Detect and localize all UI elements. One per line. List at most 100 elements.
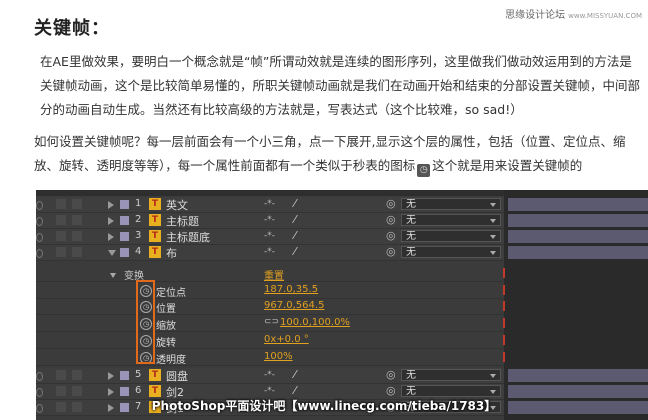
expand-triangle-icon[interactable] (108, 233, 114, 241)
parent-select[interactable]: 无 (401, 198, 501, 210)
parent-pickwhip-icon[interactable]: ◎ (386, 245, 396, 258)
property-row[interactable]: ◷ 定位点 187.0,35.5 (36, 283, 505, 299)
layer-name[interactable]: 主标题底 (166, 229, 210, 245)
lock-box[interactable] (72, 199, 82, 209)
keyframe-marker (503, 335, 505, 345)
property-value[interactable]: 187.0,35.5 (264, 284, 318, 295)
label-color-swatch[interactable] (120, 232, 129, 241)
property-row[interactable]: ◷ 透明度 100% (36, 350, 505, 366)
label-color-swatch[interactable] (120, 371, 129, 380)
keyframe-marker (503, 352, 505, 362)
property-row[interactable]: ◷ 位置 967.0,564.5 (36, 299, 505, 315)
lock-box[interactable] (72, 370, 82, 380)
shy-switch-icon[interactable]: -*- (264, 199, 275, 209)
parent-select-value: 无 (406, 231, 416, 242)
expand-triangle-icon[interactable] (108, 372, 114, 380)
parent-pickwhip-icon[interactable]: ◎ (386, 197, 396, 210)
layer-name[interactable]: 英文 (166, 197, 188, 213)
property-name: 缩放 (156, 321, 176, 332)
visibility-eye-icon[interactable] (36, 201, 43, 210)
watermark-site: www.MISSYUAN.COM (568, 12, 642, 20)
solo-box[interactable] (56, 247, 66, 257)
label-color-swatch[interactable] (120, 387, 129, 396)
expand-down-icon[interactable] (110, 273, 116, 278)
text-layer-icon: T (149, 214, 161, 226)
layer-duration-bar[interactable] (508, 198, 648, 211)
solo-box[interactable] (56, 370, 66, 380)
pen-icon[interactable]: ⁄ (294, 368, 296, 381)
pen-icon[interactable]: ⁄ (294, 384, 296, 397)
parent-pickwhip-icon[interactable]: ◎ (386, 368, 396, 381)
shy-switch-icon[interactable]: -*- (264, 247, 275, 257)
lock-box[interactable] (72, 231, 82, 241)
visibility-eye-icon[interactable] (36, 249, 43, 258)
pen-icon[interactable]: ⁄ (294, 245, 296, 258)
solo-box[interactable] (56, 231, 66, 241)
expand-triangle-icon[interactable] (108, 217, 114, 225)
shy-switch-icon[interactable]: -*- (264, 386, 275, 396)
layer-name[interactable]: 圆盘 (166, 368, 188, 384)
pen-icon[interactable]: ⁄ (294, 197, 296, 210)
layer-duration-bar[interactable] (508, 246, 648, 259)
layer-number: 3 (135, 230, 142, 241)
property-row[interactable]: ◷ 旋转 0x+0.0 ° (36, 333, 505, 349)
lock-box[interactable] (72, 247, 82, 257)
label-color-swatch[interactable] (120, 248, 129, 257)
parent-select[interactable]: 无 (401, 230, 501, 242)
layer-number: 2 (135, 214, 142, 225)
layer-name[interactable]: 主标题 (166, 213, 199, 229)
layer-duration-bar[interactable] (508, 369, 648, 382)
parent-pickwhip-icon[interactable]: ◎ (386, 213, 396, 226)
visibility-eye-icon[interactable] (36, 372, 43, 381)
parent-select[interactable]: 无 (401, 246, 501, 258)
layer-duration-bar[interactable] (508, 230, 648, 243)
layer-number: 6 (135, 385, 142, 396)
layer-name[interactable]: 布 (166, 245, 177, 261)
constrain-link-icon[interactable]: ⊂⊃ (264, 317, 279, 327)
parent-select[interactable]: 无 (401, 214, 501, 226)
property-value[interactable]: 0x+0.0 ° (264, 334, 309, 345)
visibility-eye-icon[interactable] (36, 217, 43, 226)
parent-pickwhip-icon[interactable]: ◎ (386, 229, 396, 242)
shy-switch-icon[interactable]: -*- (264, 370, 275, 380)
reset-link[interactable]: 重置 (264, 267, 284, 282)
pen-icon[interactable]: ⁄ (294, 213, 296, 226)
solo-box[interactable] (56, 386, 66, 396)
stopwatch-highlight-box (136, 280, 155, 364)
shy-switch-icon[interactable]: -*- (264, 215, 275, 225)
transform-group-row[interactable]: 变换 重置 (36, 266, 505, 282)
parent-select[interactable]: 无 (401, 385, 501, 397)
property-row[interactable]: ◷ 缩放 ⊂⊃ 100.0,100.0% (36, 316, 505, 332)
chevron-down-icon (490, 251, 496, 255)
visibility-eye-icon[interactable] (36, 388, 43, 397)
visibility-eye-icon[interactable] (36, 233, 43, 242)
layer-row[interactable]: 2 T 主标题 -*- ⁄ ◎ 无 (36, 213, 504, 229)
layer-row[interactable]: 1 T 英文 -*- ⁄ ◎ 无 (36, 197, 504, 213)
label-color-swatch[interactable] (120, 200, 129, 209)
solo-box[interactable] (56, 199, 66, 209)
property-name: 旋转 (156, 338, 176, 349)
lock-box[interactable] (72, 386, 82, 396)
property-value[interactable]: 967.0,564.5 (264, 300, 324, 311)
parent-pickwhip-icon[interactable]: ◎ (386, 384, 396, 397)
layer-row[interactable]: 3 T 主标题底 -*- ⁄ ◎ 无 (36, 229, 504, 245)
layer-row[interactable]: 4 T 布 -*- ⁄ ◎ 无 (36, 245, 504, 261)
property-name: 透明度 (156, 355, 186, 366)
property-value[interactable]: 100.0,100.0% (280, 317, 350, 328)
expand-triangle-icon[interactable] (108, 250, 116, 256)
shy-switch-icon[interactable]: -*- (264, 231, 275, 241)
layer-row[interactable]: 5 T 圆盘 -*- ⁄ ◎ 无 (36, 368, 504, 384)
layer-duration-bar[interactable] (508, 214, 648, 227)
chevron-down-icon (490, 219, 496, 223)
property-value[interactable]: 100% (264, 351, 293, 362)
lock-box[interactable] (72, 215, 82, 225)
parent-select[interactable]: 无 (401, 369, 501, 381)
pen-icon[interactable]: ⁄ (294, 229, 296, 242)
parent-select-value: 无 (406, 215, 416, 226)
solo-box[interactable] (56, 215, 66, 225)
expand-triangle-icon[interactable] (108, 388, 114, 396)
expand-triangle-icon[interactable] (108, 201, 114, 209)
label-color-swatch[interactable] (120, 216, 129, 225)
property-name: 位置 (156, 304, 176, 315)
parent-select-value: 无 (406, 386, 416, 397)
